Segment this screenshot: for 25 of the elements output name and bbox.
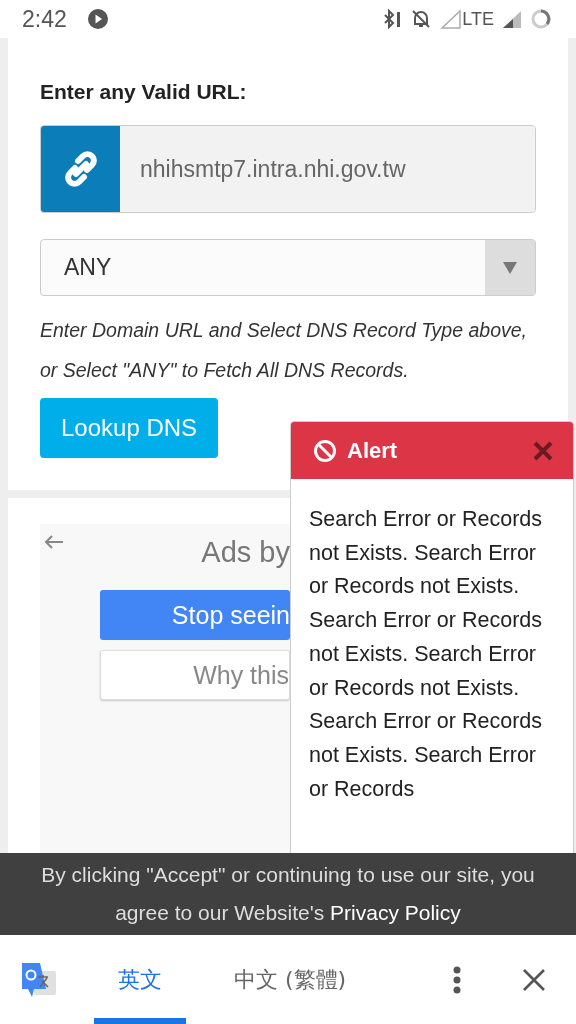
alert-title: Alert	[347, 437, 398, 464]
status-time: 2:42	[22, 5, 67, 33]
network-type: LTE	[462, 8, 494, 30]
translate-icon[interactable]	[20, 960, 58, 999]
play-icon	[86, 8, 109, 30]
language-tab[interactable]: 中文 (繁體)	[210, 935, 371, 1024]
privacy-policy-link[interactable]: Privacy Policy	[330, 901, 461, 924]
ad-button[interactable]: Why this	[100, 650, 290, 700]
alert-message: Search Error or Records not Exists. Search Error or Records not Exists. Search Error or Records not Exists. Search Error or Records not Exists. Search Error or Records not Exists. Search Error or Records	[308, 506, 543, 803]
help-text: Enter Domain URL and Select DNS Record Type above, or Select "ANY" to Fetch All DNS Records.	[40, 318, 528, 383]
close-icon[interactable]	[522, 967, 546, 992]
url-field[interactable]: nhihsmtp7.intra.nhi.gov.tw	[40, 125, 536, 213]
battery-ring-icon	[530, 8, 552, 30]
ad-button[interactable]: Stop seein	[100, 590, 290, 640]
dropdown-arrow-icon	[503, 261, 517, 274]
language-tab[interactable]: 英文	[94, 935, 186, 1024]
record-type-select[interactable]: ANY	[40, 239, 536, 296]
ad-title: Ads by	[201, 536, 290, 570]
signal-icon	[502, 8, 522, 30]
signal-icon	[440, 8, 463, 30]
prohibited-icon	[313, 438, 337, 463]
back-arrow-icon[interactable]	[44, 534, 64, 550]
more-icon[interactable]	[452, 965, 462, 994]
field-label: Enter any Valid URL:	[40, 80, 248, 104]
cookie-text: By clicking "Accept" or continuing to use our site, you agree to our Website's Privacy Policy	[40, 862, 536, 926]
